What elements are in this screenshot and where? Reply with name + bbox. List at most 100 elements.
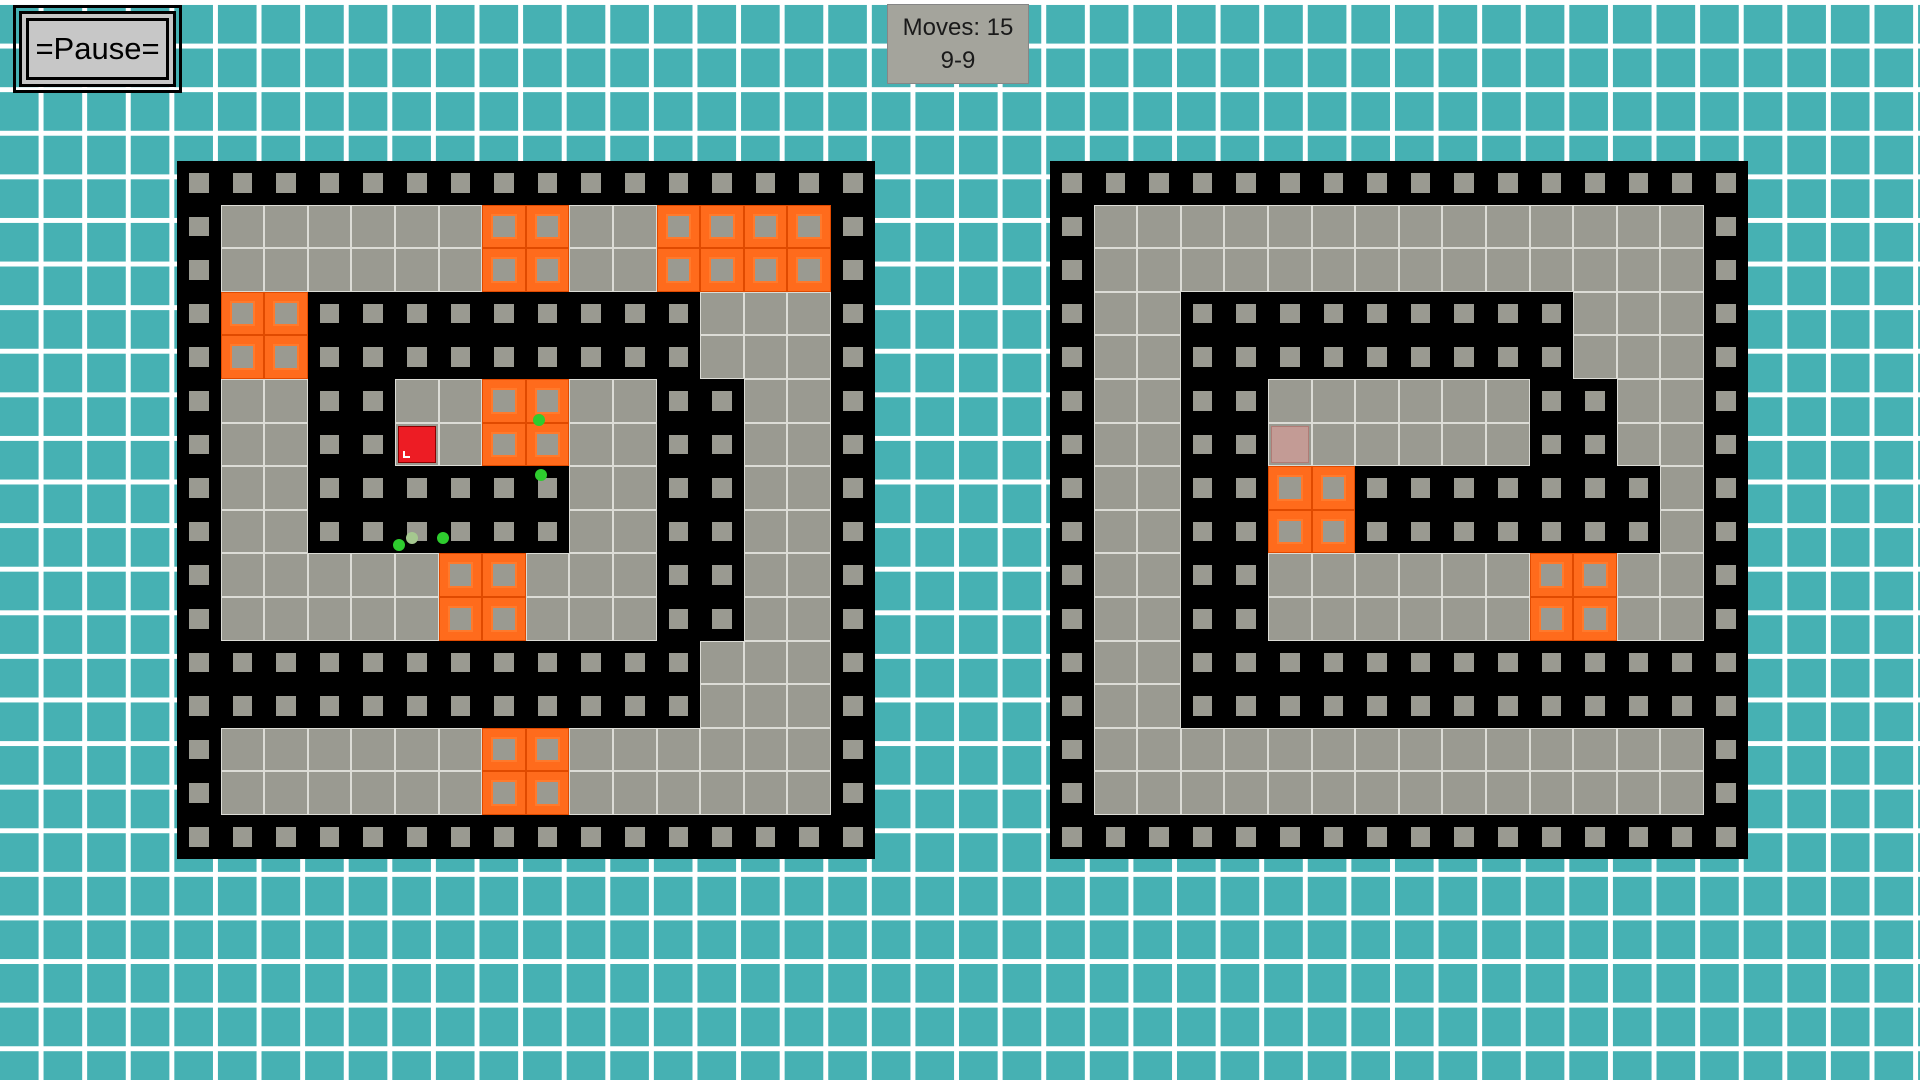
wall-tile xyxy=(613,291,657,336)
floor-tile xyxy=(743,553,788,597)
floor-tile xyxy=(787,771,831,815)
wall-tile xyxy=(1180,597,1225,641)
floor-tile xyxy=(613,379,657,423)
wall-tile xyxy=(700,422,744,467)
floor-tile xyxy=(1268,553,1312,597)
floor-tile xyxy=(1486,248,1530,292)
wall-tile xyxy=(656,291,701,336)
wall-tile xyxy=(1355,335,1399,379)
orange-tile xyxy=(743,248,788,292)
wall-tile xyxy=(1180,509,1225,554)
floor-tile xyxy=(1093,291,1138,336)
wall-tile xyxy=(1224,161,1268,205)
wall-tile xyxy=(831,771,875,815)
orange-tile xyxy=(1311,509,1356,554)
wall-tile xyxy=(395,335,439,379)
floor-tile xyxy=(1355,727,1399,772)
floor-tile xyxy=(613,204,657,249)
wall-tile xyxy=(831,291,875,336)
floor-tile xyxy=(1616,422,1661,467)
floor-tile xyxy=(1616,771,1661,815)
wall-tile xyxy=(351,684,395,728)
floor-tile xyxy=(1137,597,1181,641)
floor-tile xyxy=(1093,684,1138,728)
wall-tile xyxy=(177,204,221,249)
orange-tile xyxy=(482,204,526,249)
floor-tile xyxy=(1660,248,1704,292)
floor-tile xyxy=(1398,553,1443,597)
floor-tile xyxy=(1486,727,1530,772)
game-board-left[interactable] xyxy=(177,161,875,859)
wall-tile xyxy=(1398,466,1443,510)
wall-tile xyxy=(1398,335,1443,379)
floor-tile xyxy=(220,466,265,510)
floor-tile xyxy=(787,509,831,554)
wall-tile xyxy=(1180,161,1225,205)
wall-tile xyxy=(831,509,875,554)
wall-tile xyxy=(438,684,483,728)
wall-tile xyxy=(1180,379,1225,423)
wall-tile xyxy=(700,597,744,641)
wall-tile xyxy=(438,815,483,859)
wall-tile xyxy=(220,684,265,728)
wall-tile xyxy=(1442,335,1486,379)
floor-tile xyxy=(1442,553,1486,597)
floor-tile xyxy=(1486,379,1530,423)
floor-tile xyxy=(1268,771,1312,815)
floor-tile xyxy=(395,597,439,641)
floor-tile xyxy=(743,771,788,815)
wall-tile xyxy=(264,640,308,685)
wall-tile xyxy=(351,640,395,685)
floor-tile xyxy=(1486,771,1530,815)
floor-tile xyxy=(1486,597,1530,641)
wall-tile xyxy=(177,466,221,510)
wall-tile xyxy=(307,379,352,423)
wall-tile xyxy=(1529,161,1574,205)
wall-tile xyxy=(1224,640,1268,685)
wall-tile xyxy=(220,815,265,859)
floor-tile xyxy=(351,248,395,292)
floor-tile xyxy=(525,553,570,597)
wall-tile xyxy=(1355,161,1399,205)
wall-tile xyxy=(395,684,439,728)
floor-tile xyxy=(656,727,701,772)
wall-tile xyxy=(1704,640,1748,685)
floor-tile xyxy=(1180,248,1225,292)
floor-tile xyxy=(438,771,483,815)
wall-tile xyxy=(1398,640,1443,685)
pause-button[interactable]: =Pause= xyxy=(13,5,182,93)
wall-tile xyxy=(1704,509,1748,554)
wall-tile xyxy=(1268,161,1312,205)
wall-tile xyxy=(1180,335,1225,379)
wall-tile xyxy=(1486,509,1530,554)
wall-tile xyxy=(177,815,221,859)
game-board-right[interactable] xyxy=(1050,161,1748,859)
floor-tile xyxy=(220,204,265,249)
wall-tile xyxy=(1137,815,1181,859)
floor-tile xyxy=(1442,379,1486,423)
floor-tile xyxy=(700,291,744,336)
floor-tile xyxy=(220,509,265,554)
wall-tile xyxy=(1660,161,1704,205)
floor-tile xyxy=(1573,335,1617,379)
wall-tile xyxy=(1311,640,1356,685)
player-block[interactable] xyxy=(398,425,436,464)
wall-tile xyxy=(525,161,570,205)
wall-tile xyxy=(1616,684,1661,728)
floor-tile xyxy=(1442,248,1486,292)
wall-tile xyxy=(1355,815,1399,859)
floor-tile xyxy=(220,422,265,467)
floor-tile xyxy=(1355,204,1399,249)
floor-tile xyxy=(1660,771,1704,815)
wall-tile xyxy=(177,422,221,467)
floor-tile xyxy=(1268,727,1312,772)
floor-tile xyxy=(1311,597,1356,641)
floor-tile xyxy=(1616,597,1661,641)
wall-tile xyxy=(700,815,744,859)
wall-tile xyxy=(1050,815,1094,859)
wall-tile xyxy=(1180,291,1225,336)
orange-tile xyxy=(743,204,788,249)
floor-tile xyxy=(569,204,613,249)
wall-tile xyxy=(1050,422,1094,467)
floor-tile xyxy=(569,466,613,510)
